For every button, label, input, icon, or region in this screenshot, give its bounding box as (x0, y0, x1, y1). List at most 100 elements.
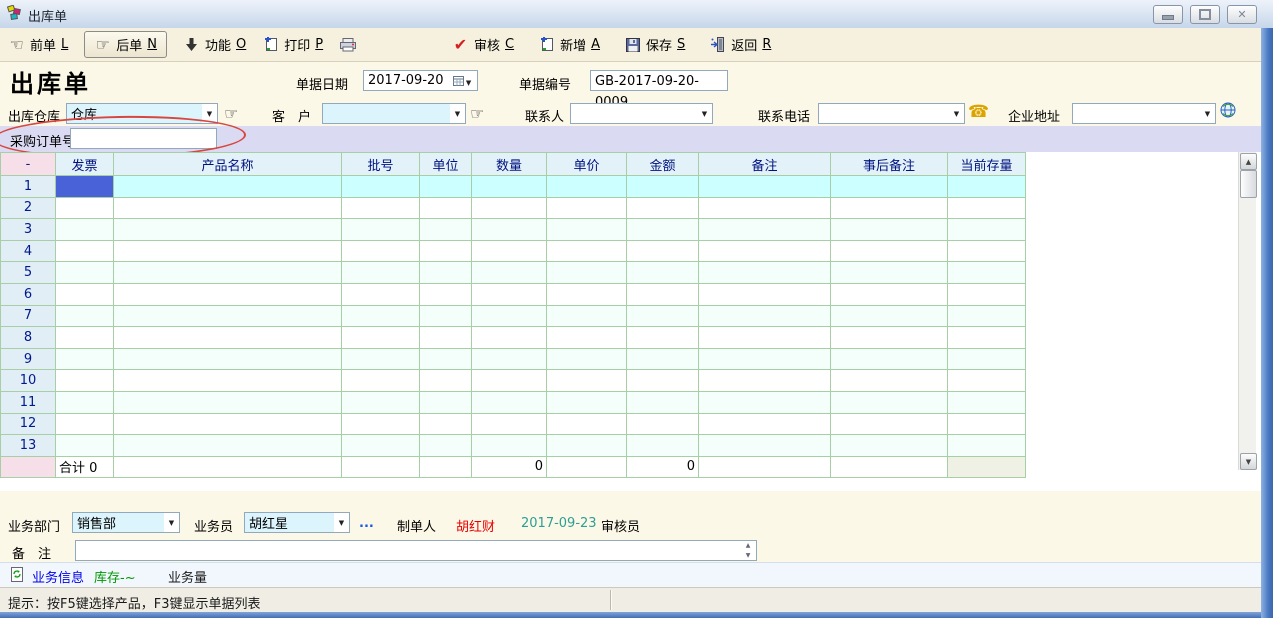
grid-cell[interactable] (699, 240, 831, 262)
printer-icon-button[interactable] (339, 37, 356, 53)
grid-cell[interactable] (56, 370, 114, 392)
grid-cell[interactable] (472, 262, 547, 284)
grid-cell[interactable] (342, 219, 420, 241)
grid-cell[interactable] (56, 305, 114, 327)
next-doc-button[interactable]: ☞ 后单N (84, 31, 167, 58)
grid-cell[interactable] (114, 283, 342, 305)
grid-cell[interactable] (831, 413, 948, 435)
grid-cell[interactable] (56, 327, 114, 349)
grid-cell[interactable] (627, 283, 699, 305)
phone-select[interactable]: ▼ (818, 103, 965, 124)
grid-cell[interactable] (627, 240, 699, 262)
stock-link[interactable]: 库存-~ (94, 567, 136, 586)
grid-cell[interactable] (420, 305, 472, 327)
row-number[interactable]: 12 (1, 413, 56, 435)
grid-cell[interactable] (420, 327, 472, 349)
row-number[interactable]: 9 (1, 348, 56, 370)
picker-hand-icon[interactable]: ☞ (224, 104, 238, 123)
grid-cell[interactable] (342, 283, 420, 305)
grid-cell[interactable] (699, 348, 831, 370)
grid-cell[interactable] (342, 391, 420, 413)
grid-cell[interactable] (56, 348, 114, 370)
row-number[interactable]: 10 (1, 370, 56, 392)
grid-cell[interactable] (420, 391, 472, 413)
grid-cell[interactable] (627, 219, 699, 241)
grid-cell[interactable] (114, 262, 342, 284)
grid-cell[interactable] (699, 219, 831, 241)
row-number[interactable]: 7 (1, 305, 56, 327)
grid-cell[interactable] (948, 176, 1026, 198)
grid-cell[interactable] (627, 391, 699, 413)
scrollbar-thumb[interactable] (1240, 170, 1257, 198)
po-number-field[interactable] (70, 128, 217, 149)
business-info-link[interactable]: 业务信息 (32, 567, 84, 586)
warehouse-select[interactable]: 仓库 ▼ (66, 103, 218, 124)
grid-vertical-scrollbar[interactable]: ▲ ▼ (1238, 152, 1256, 470)
grid-cell[interactable] (472, 348, 547, 370)
grid-cell[interactable] (699, 327, 831, 349)
doc-date-picker[interactable]: 2017-09-20 ▼ (363, 70, 478, 91)
clerk-select[interactable]: 胡红星 ▼ (244, 512, 350, 533)
grid-cell[interactable] (948, 305, 1026, 327)
grid-cell[interactable] (420, 219, 472, 241)
grid-cell[interactable] (547, 435, 627, 457)
grid-cell[interactable] (831, 305, 948, 327)
grid-cell[interactable] (420, 435, 472, 457)
grid-cell[interactable] (420, 283, 472, 305)
grid-cell[interactable] (547, 262, 627, 284)
grid-cell[interactable] (114, 197, 342, 219)
grid-cell[interactable] (114, 219, 342, 241)
grid-cell[interactable] (420, 413, 472, 435)
grid-cell[interactable] (627, 262, 699, 284)
grid-cell[interactable] (547, 283, 627, 305)
grid-cell[interactable] (472, 176, 547, 198)
grid-cell[interactable] (948, 413, 1026, 435)
grid-cell[interactable] (114, 370, 342, 392)
grid-cell[interactable] (56, 413, 114, 435)
contact-select[interactable]: ▼ (570, 103, 713, 124)
department-select[interactable]: 销售部 ▼ (72, 512, 180, 533)
grid-cell[interactable] (472, 240, 547, 262)
grid-cell[interactable] (627, 305, 699, 327)
row-number[interactable]: 13 (1, 435, 56, 457)
audit-button[interactable]: ✔ 审核C (452, 35, 514, 54)
grid-cell[interactable] (699, 283, 831, 305)
grid-cell[interactable] (699, 197, 831, 219)
grid-cell[interactable] (420, 197, 472, 219)
grid-cell[interactable] (342, 176, 420, 198)
grid-cell[interactable] (342, 240, 420, 262)
grid-cell[interactable] (114, 391, 342, 413)
grid-cell[interactable] (831, 240, 948, 262)
close-button[interactable]: ✕ (1227, 5, 1257, 24)
scroll-up-icon[interactable]: ▲ (1240, 153, 1257, 170)
grid-cell[interactable] (472, 197, 547, 219)
grid-cell[interactable] (699, 413, 831, 435)
grid-cell[interactable] (948, 327, 1026, 349)
grid-cell[interactable] (831, 283, 948, 305)
grid-cell[interactable] (342, 370, 420, 392)
restore-button[interactable] (1190, 5, 1220, 24)
grid-cell[interactable] (699, 370, 831, 392)
row-number[interactable]: 11 (1, 391, 56, 413)
grid-cell[interactable] (420, 262, 472, 284)
grid-cell[interactable] (699, 435, 831, 457)
grid-cell[interactable] (699, 176, 831, 198)
row-number[interactable]: 3 (1, 219, 56, 241)
print-button[interactable]: 打印P (262, 35, 323, 54)
more-button[interactable]: ... (359, 516, 374, 531)
business-volume-link[interactable]: 业务量 (168, 567, 207, 586)
grid-cell[interactable] (114, 176, 342, 198)
grid-cell[interactable] (948, 435, 1026, 457)
grid-cell[interactable] (831, 327, 948, 349)
row-number[interactable]: 4 (1, 240, 56, 262)
grid-cell[interactable] (114, 348, 342, 370)
grid-cell[interactable] (547, 370, 627, 392)
grid-cell[interactable] (342, 262, 420, 284)
grid-cell[interactable] (547, 240, 627, 262)
grid-cell[interactable] (342, 413, 420, 435)
grid-cell[interactable] (948, 240, 1026, 262)
grid-cell[interactable] (342, 305, 420, 327)
grid-cell[interactable] (699, 262, 831, 284)
grid-cell[interactable] (831, 262, 948, 284)
grid-cell[interactable] (342, 327, 420, 349)
